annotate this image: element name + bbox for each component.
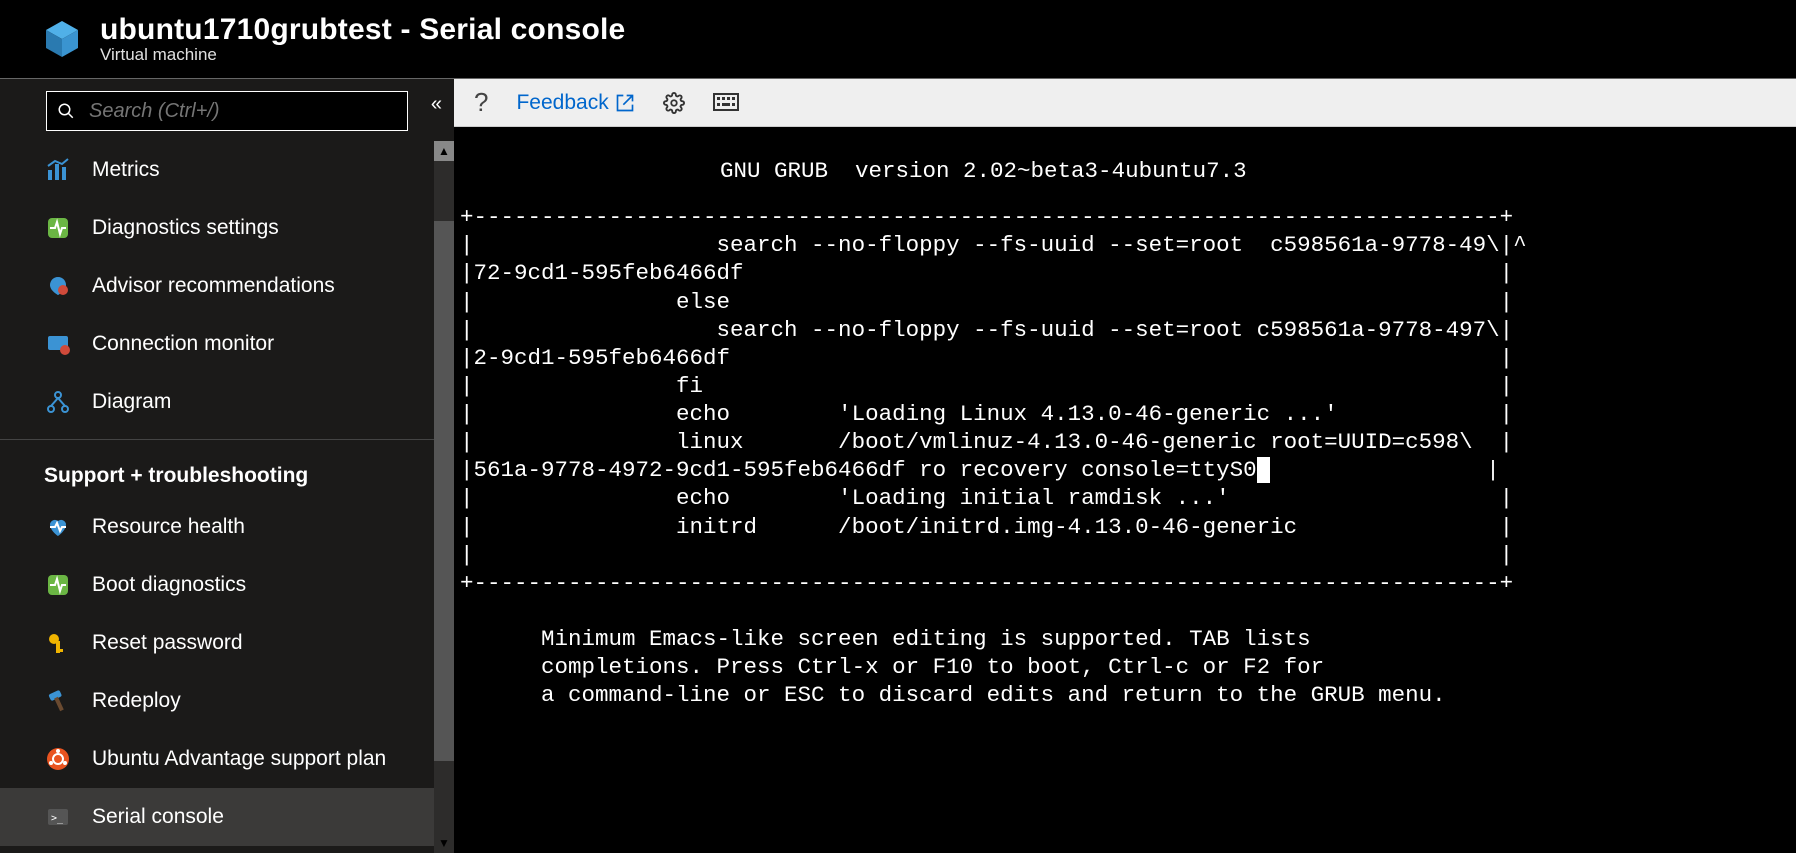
terminal-line: | search --no-floppy --fs-uuid --set=roo…	[460, 232, 1527, 258]
sidebar-item-label: Connection monitor	[92, 332, 274, 356]
sidebar-item-label: Metrics	[92, 158, 160, 182]
sidebar-item-boot-diagnostics[interactable]: Boot diagnostics	[0, 556, 454, 614]
nav-list: Metrics Diagnostics settings Advisor rec…	[0, 141, 454, 853]
gear-icon	[663, 92, 685, 114]
key-icon	[44, 629, 72, 657]
sidebar-item-metrics[interactable]: Metrics	[0, 141, 454, 199]
feedback-link[interactable]: Feedback	[516, 91, 634, 115]
sidebar-item-diagnostics-settings[interactable]: Diagnostics settings	[0, 199, 454, 257]
section-support-header: Support + troubleshooting	[0, 439, 454, 498]
page-header: ubuntu1710grubtest - Serial console Virt…	[0, 0, 1796, 78]
sidebar-item-diagram[interactable]: Diagram	[0, 373, 454, 431]
page-title: ubuntu1710grubtest - Serial console	[100, 13, 625, 47]
scroll-down-icon[interactable]: ▼	[434, 833, 454, 853]
sidebar-item-label: Advisor recommendations	[92, 274, 335, 298]
svg-text:>_: >_	[51, 813, 64, 824]
diagnostics-icon	[44, 214, 72, 242]
scroll-thumb[interactable]	[434, 221, 454, 761]
terminal-line: | fi |	[460, 373, 1513, 399]
external-link-icon	[615, 93, 635, 113]
toolbar: ? Feedback	[454, 79, 1796, 127]
search-box[interactable]	[46, 91, 408, 131]
vm-cube-icon	[42, 19, 82, 59]
terminal-hint: Minimum Emacs-like screen editing is sup…	[460, 626, 1311, 652]
sidebar-item-label: Ubuntu Advantage support plan	[92, 747, 386, 771]
metrics-icon	[44, 156, 72, 184]
sidebar-item-label: Diagnostics settings	[92, 216, 279, 240]
terminal-line: | search --no-floppy --fs-uuid --set=roo…	[460, 317, 1513, 343]
page-subtitle: Virtual machine	[100, 45, 625, 65]
terminal-hint: a command-line or ESC to discard edits a…	[460, 682, 1446, 708]
boot-diagnostics-icon	[44, 571, 72, 599]
sidebar-item-connection-monitor[interactable]: Connection monitor	[0, 315, 454, 373]
search-icon	[57, 102, 75, 120]
sidebar: « Metrics Diagnostics settings	[0, 79, 454, 853]
sidebar-item-label: Resource health	[92, 515, 245, 539]
advisor-icon	[44, 272, 72, 300]
terminal-line: | |	[460, 542, 1513, 568]
terminal-cursor	[1257, 457, 1271, 483]
sidebar-item-redeploy[interactable]: Redeploy	[0, 672, 454, 730]
terminal-hint: completions. Press Ctrl-x or F10 to boot…	[460, 654, 1324, 680]
terminal-line: |561a-9778-4972-9cd1-595feb6466df ro rec…	[460, 457, 1257, 483]
ubuntu-icon	[44, 745, 72, 773]
terminal-line: +---------------------------------------…	[460, 204, 1513, 230]
sidebar-item-label: Serial console	[92, 805, 224, 829]
grub-title: GNU GRUB version 2.02~beta3-4ubuntu7.3	[460, 157, 1790, 185]
terminal-line: |	[1270, 457, 1500, 483]
terminal-line: | echo 'Loading Linux 4.13.0-46-generic …	[460, 401, 1513, 427]
sidebar-item-label: Reset password	[92, 631, 243, 655]
keyboard-button[interactable]	[713, 93, 739, 113]
terminal-line: | echo 'Loading initial ramdisk ...' |	[460, 485, 1513, 511]
terminal-line: |72-9cd1-595feb6466df |	[460, 260, 1513, 286]
terminal-line: | initrd /boot/initrd.img-4.13.0-46-gene…	[460, 514, 1513, 540]
sidebar-item-reset-password[interactable]: Reset password	[0, 614, 454, 672]
help-button[interactable]: ?	[474, 87, 488, 118]
terminal-line: | linux /boot/vmlinuz-4.13.0-46-generic …	[460, 429, 1513, 455]
scroll-up-icon[interactable]: ▲	[434, 141, 454, 161]
keyboard-icon	[713, 93, 739, 113]
heart-icon	[44, 513, 72, 541]
sidebar-scrollbar[interactable]: ▲ ▼	[434, 141, 454, 853]
sidebar-item-advisor[interactable]: Advisor recommendations	[0, 257, 454, 315]
diagram-icon	[44, 388, 72, 416]
terminal-line: +---------------------------------------…	[460, 570, 1513, 596]
hammer-icon	[44, 687, 72, 715]
sidebar-item-label: Redeploy	[92, 689, 181, 713]
terminal-line: | else |	[460, 289, 1513, 315]
terminal-line: |2-9cd1-595feb6466df |	[460, 345, 1513, 371]
sidebar-item-label: Diagram	[92, 390, 171, 414]
terminal-icon: >_	[44, 803, 72, 831]
main-panel: ? Feedback GNU GRUB version 2.02~beta3-4…	[454, 79, 1796, 853]
feedback-label: Feedback	[516, 91, 608, 115]
sidebar-item-resource-health[interactable]: Resource health	[0, 498, 454, 556]
connection-monitor-icon	[44, 330, 72, 358]
settings-button[interactable]	[663, 92, 685, 114]
sidebar-item-serial-console[interactable]: >_ Serial console	[0, 788, 454, 846]
serial-console-terminal[interactable]: GNU GRUB version 2.02~beta3-4ubuntu7.3 +-…	[454, 127, 1796, 853]
sidebar-item-label: Boot diagnostics	[92, 573, 246, 597]
sidebar-item-ubuntu-advantage[interactable]: Ubuntu Advantage support plan	[0, 730, 454, 788]
search-input[interactable]	[89, 100, 397, 123]
